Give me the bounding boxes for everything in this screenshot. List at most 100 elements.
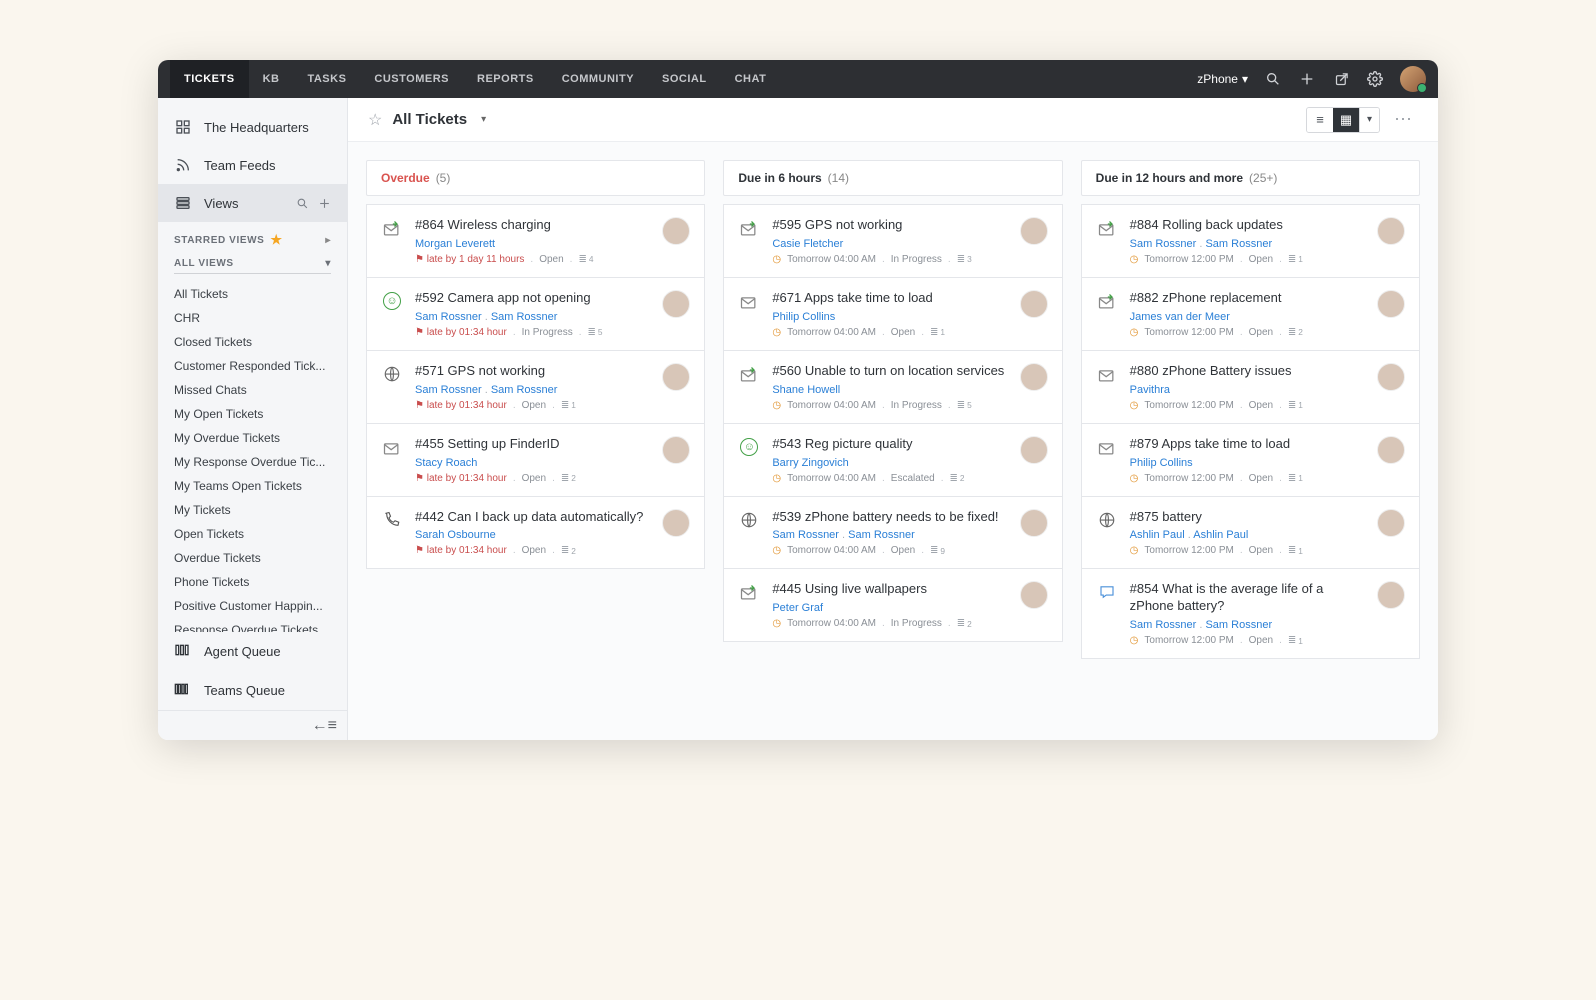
card-content: #875 batteryAshlin PaulAshlin Paul◷Tomor… [1130, 509, 1365, 557]
main-header: ☆ All Tickets ▾ ≡ ▦ ▾ ⋯ [348, 98, 1438, 142]
agent-queue-label: Agent Queue [204, 644, 281, 659]
ticket-title: #592 Camera app not opening [415, 290, 650, 307]
ticket-card[interactable]: #442 Can I back up data automatically?Sa… [366, 497, 705, 570]
nav-tab-tasks[interactable]: TASKS [293, 60, 360, 98]
assignee-avatar[interactable] [1020, 509, 1048, 537]
ticket-card[interactable]: ☺#543 Reg picture qualityBarry Zingovich… [723, 424, 1062, 497]
add-icon[interactable] [1298, 70, 1316, 88]
view-link[interactable]: Response Overdue Tickets [158, 618, 347, 632]
assignee-avatar[interactable] [662, 509, 690, 537]
assignee-avatar[interactable] [662, 290, 690, 318]
ticket-card[interactable]: #854 What is the average life of a zPhon… [1081, 569, 1420, 659]
star-view-button[interactable]: ☆ [368, 110, 382, 130]
mail-icon [739, 583, 759, 608]
sidebar-item-views[interactable]: Views [158, 184, 347, 222]
assignee-avatar[interactable] [662, 436, 690, 464]
views-add-icon[interactable] [317, 196, 331, 210]
view-link[interactable]: Overdue Tickets [158, 546, 347, 570]
more-actions-button[interactable]: ⋯ [1390, 109, 1418, 130]
view-link[interactable]: My Teams Open Tickets [158, 474, 347, 498]
view-sort-dropdown[interactable]: ▾ [1359, 108, 1379, 132]
nav-tab-community[interactable]: COMMUNITY [548, 60, 648, 98]
nav-tab-social[interactable]: SOCIAL [648, 60, 721, 98]
assignee-avatar[interactable] [1020, 581, 1048, 609]
thread-count: ≣1 [561, 400, 576, 411]
collapse-sidebar[interactable]: ←≡ [158, 710, 347, 740]
view-link[interactable]: My Overdue Tickets [158, 426, 347, 450]
assignee-avatar[interactable] [1377, 217, 1405, 245]
nav-tab-tickets[interactable]: TICKETS [170, 60, 249, 98]
ticket-card[interactable]: #879 Apps take time to loadPhilip Collin… [1081, 424, 1420, 497]
sidebar-item-hq[interactable]: The Headquarters [158, 108, 347, 146]
sidebar-item-feeds[interactable]: Team Feeds [158, 146, 347, 184]
view-link[interactable]: Missed Chats [158, 378, 347, 402]
assignee-avatar[interactable] [1377, 581, 1405, 609]
assignee-avatar[interactable] [1377, 436, 1405, 464]
sidebar-item-teams-queue[interactable]: Teams Queue [158, 671, 347, 710]
main: ☆ All Tickets ▾ ≡ ▦ ▾ ⋯ Overdue (5) #864 … [348, 98, 1438, 740]
search-icon[interactable] [1264, 70, 1282, 88]
view-link[interactable]: CHR [158, 306, 347, 330]
gear-icon[interactable] [1366, 70, 1384, 88]
due-time: Tomorrow 04:00 AM [787, 327, 876, 338]
ticket-meta: ◷Tomorrow 12:00 PM.Open.≣1 [1130, 473, 1365, 484]
ticket-card[interactable]: #595 GPS not workingCasie Fletcher◷Tomor… [723, 204, 1062, 278]
column-header: Overdue (5) [366, 160, 705, 196]
ticket-card[interactable]: #864 Wireless chargingMorgan Leverett⚑ l… [366, 204, 705, 278]
views-search-icon[interactable] [295, 196, 309, 210]
status-label: Open [539, 254, 563, 265]
assignee-avatar[interactable] [1377, 509, 1405, 537]
title-dropdown-icon[interactable]: ▾ [481, 114, 486, 125]
view-link[interactable]: Customer Responded Tick... [158, 354, 347, 378]
column-header: Due in 6 hours (14) [723, 160, 1062, 196]
column-label: Overdue [381, 171, 430, 185]
list-view-button[interactable]: ≡ [1307, 108, 1333, 132]
assignee-avatar[interactable] [1020, 436, 1048, 464]
ticket-card[interactable]: #882 zPhone replacementJames van der Mee… [1081, 278, 1420, 351]
view-link[interactable]: Phone Tickets [158, 570, 347, 594]
view-link[interactable]: My Open Tickets [158, 402, 347, 426]
late-indicator: ⚑ late by 01:34 hour [415, 327, 507, 338]
ticket-card[interactable]: ☺#592 Camera app not openingSam RossnerS… [366, 278, 705, 351]
all-views-header[interactable]: ALL VIEWS ▾ [174, 258, 331, 274]
late-indicator: ⚑ late by 01:34 hour [415, 400, 507, 411]
ticket-card[interactable]: #671 Apps take time to loadPhilip Collin… [723, 278, 1062, 351]
nav-tab-customers[interactable]: CUSTOMERS [360, 60, 463, 98]
assignee-avatar[interactable] [1020, 363, 1048, 391]
view-link[interactable]: All Tickets [158, 282, 347, 306]
external-link-icon[interactable] [1332, 70, 1350, 88]
ticket-meta: ⚑ late by 1 day 11 hours.Open.≣4 [415, 254, 650, 265]
ticket-card[interactable]: #455 Setting up FinderIDStacy Roach⚑ lat… [366, 424, 705, 497]
view-link[interactable]: My Tickets [158, 498, 347, 522]
source-icon: ☺ [738, 436, 760, 484]
nav-tab-kb[interactable]: KB [249, 60, 294, 98]
assignee-avatar[interactable] [662, 217, 690, 245]
assignee-avatar[interactable] [1377, 290, 1405, 318]
ticket-card[interactable]: #571 GPS not workingSam RossnerSam Rossn… [366, 351, 705, 424]
assignee-avatar[interactable] [1020, 290, 1048, 318]
ticket-card[interactable]: #884 Rolling back updatesSam RossnerSam … [1081, 204, 1420, 278]
nav-tab-reports[interactable]: REPORTS [463, 60, 548, 98]
view-link[interactable]: Open Tickets [158, 522, 347, 546]
kanban-view-button[interactable]: ▦ [1333, 108, 1359, 132]
assignee-avatar[interactable] [1377, 363, 1405, 391]
profile-avatar[interactable] [1400, 66, 1426, 92]
ticket-card[interactable]: #539 zPhone battery needs to be fixed!Sa… [723, 497, 1062, 570]
ticket-card[interactable]: #445 Using live wallpapersPeter Graf◷Tom… [723, 569, 1062, 642]
sidebar-item-agent-queue[interactable]: Agent Queue [158, 632, 347, 671]
starred-views-header[interactable]: STARRED VIEWS ★ ▸ [158, 222, 347, 252]
workspace-switcher[interactable]: zPhone ▾ [1197, 72, 1248, 86]
assignee-avatar[interactable] [1020, 217, 1048, 245]
ticket-card[interactable]: #560 Unable to turn on location services… [723, 351, 1062, 424]
views-actions [295, 196, 331, 210]
ticket-card[interactable]: #880 zPhone Battery issuesPavithra◷Tomor… [1081, 351, 1420, 424]
card-content: #879 Apps take time to loadPhilip Collin… [1130, 436, 1365, 484]
assignee-avatar[interactable] [662, 363, 690, 391]
source-icon [381, 509, 403, 557]
nav-tab-chat[interactable]: CHAT [721, 60, 781, 98]
view-link[interactable]: Positive Customer Happin... [158, 594, 347, 618]
view-link[interactable]: My Response Overdue Tic... [158, 450, 347, 474]
ticket-card[interactable]: #875 batteryAshlin PaulAshlin Paul◷Tomor… [1081, 497, 1420, 570]
view-link[interactable]: Closed Tickets [158, 330, 347, 354]
status-label: In Progress [522, 327, 573, 338]
